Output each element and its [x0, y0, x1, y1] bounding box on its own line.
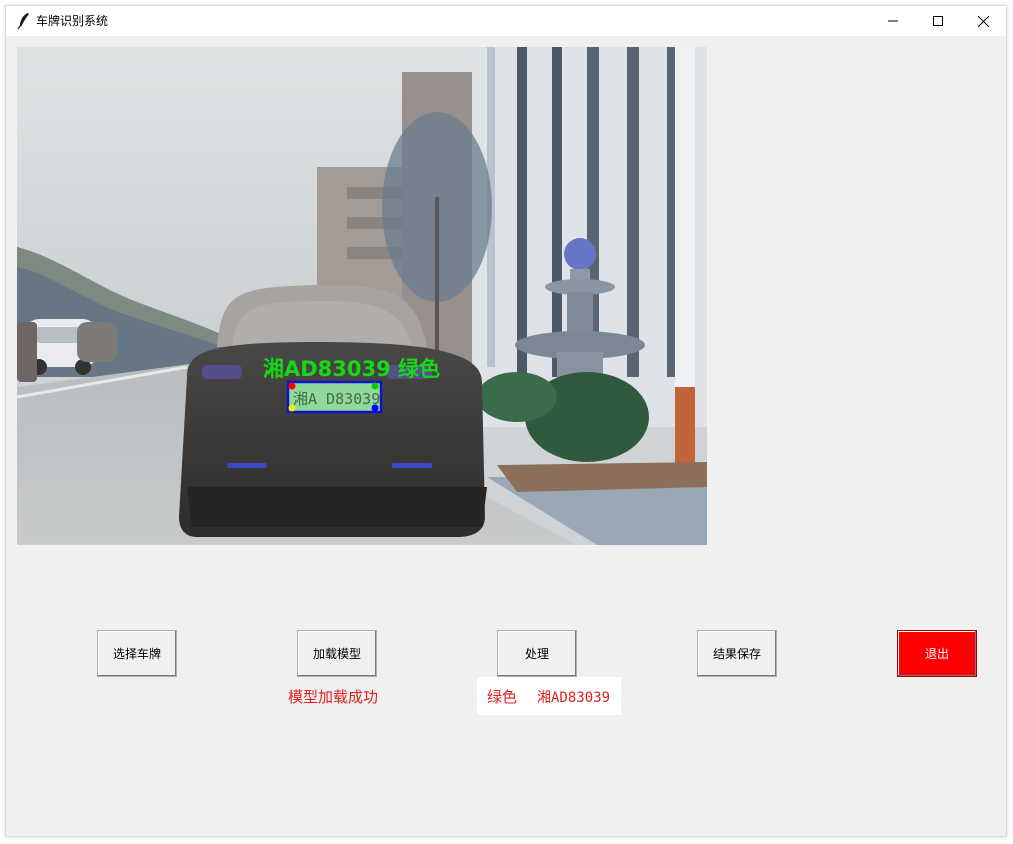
- minimize-icon: [888, 20, 898, 22]
- model-status-label: 模型加载成功: [288, 688, 379, 706]
- title-bar: 车牌识别系统: [6, 6, 1006, 36]
- plate-number-result: 湘AD83039: [537, 690, 611, 706]
- minimize-button[interactable]: [870, 6, 916, 36]
- close-button[interactable]: [960, 6, 1006, 36]
- close-icon: [977, 15, 989, 27]
- maximize-button[interactable]: [915, 6, 961, 36]
- result-panel: 绿色 湘AD83039: [477, 677, 621, 715]
- feather-icon: [17, 13, 29, 30]
- process-button[interactable]: 处理: [497, 630, 577, 677]
- maximize-icon: [933, 16, 943, 26]
- plate-text: 湘A D83039: [293, 390, 380, 408]
- plate-image-view: 湘AD83039 绿色 湘A D83039: [17, 47, 707, 545]
- car-photo: 湘AD83039 绿色 湘A D83039: [17, 47, 707, 545]
- app-window: 车牌识别系统 湘AD83039 绿色 湘A D83039 选择车牌 加载模型 处…: [5, 5, 1007, 837]
- plate-overlay-label: 湘AD83039 绿色: [263, 357, 440, 381]
- load-model-button[interactable]: 加载模型: [297, 630, 377, 677]
- select-plate-button[interactable]: 选择车牌: [97, 630, 177, 677]
- save-result-button[interactable]: 结果保存: [697, 630, 777, 677]
- window-title: 车牌识别系统: [36, 14, 109, 28]
- exit-button[interactable]: 退出: [897, 630, 977, 677]
- plate-color-result: 绿色: [487, 688, 518, 706]
